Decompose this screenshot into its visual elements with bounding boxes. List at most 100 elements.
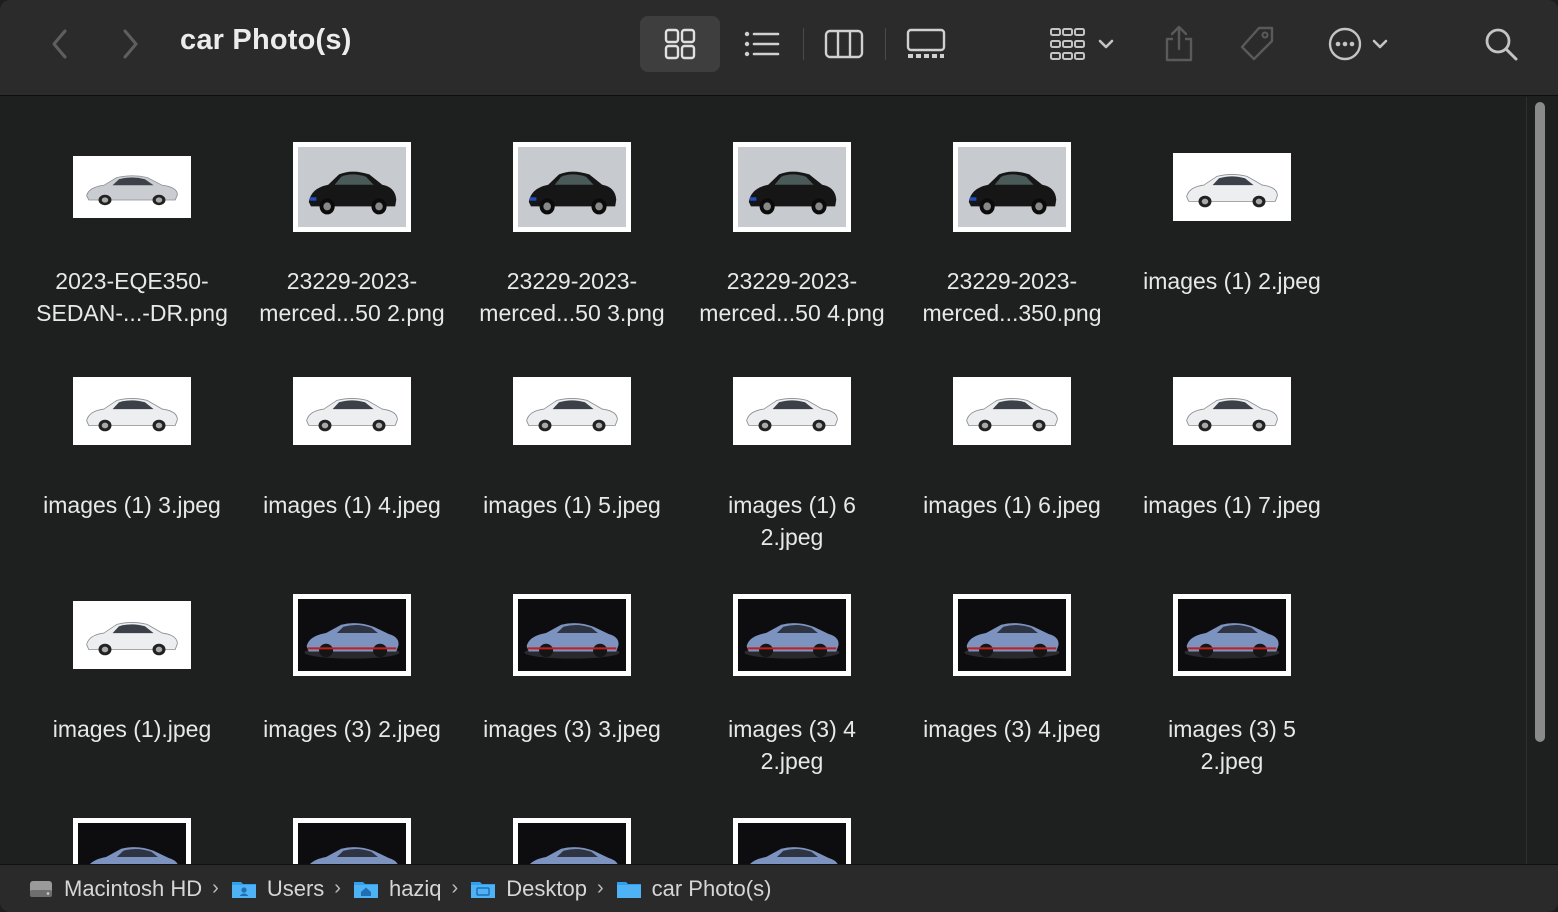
scrollbar-thumb[interactable]: [1535, 102, 1545, 742]
path-separator-icon: ›: [212, 877, 219, 899]
path-separator-icon: ›: [451, 877, 459, 899]
desktop-folder-icon: [471, 881, 496, 898]
file-thumbnail[interactable]: [513, 142, 631, 232]
file-name-line1: images (3) 3.jpeg: [483, 716, 661, 742]
file-thumbnail[interactable]: [293, 818, 411, 864]
gallery-view-button[interactable]: [894, 16, 958, 72]
path-item-users[interactable]: Users: [231, 876, 324, 902]
toolbar-divider: [803, 28, 804, 60]
file-name-line2: merced...50 3.png: [479, 300, 665, 326]
file-name-line1: images (1) 4.jpeg: [263, 492, 441, 518]
file-thumbnail[interactable]: [1173, 377, 1291, 445]
vertical-scrollbar[interactable]: [1526, 97, 1555, 864]
path-item-desktop[interactable]: Desktop: [470, 876, 587, 902]
path-item-macintosh-hd[interactable]: Macintosh HD: [28, 876, 202, 902]
home-folder-icon: [353, 881, 378, 898]
share-icon: [1165, 25, 1193, 62]
ellipsis-circle-icon: [1328, 27, 1362, 61]
share-button[interactable]: [1152, 16, 1206, 72]
file-name-line2: 2.jpeg: [760, 524, 824, 550]
file-thumbnail[interactable]: [73, 818, 191, 864]
icon-grid-icon: [664, 28, 696, 60]
hard-drive-icon: [30, 880, 52, 897]
file-thumbnail[interactable]: [953, 377, 1071, 445]
file-thumbnail[interactable]: [733, 818, 851, 864]
file-name-line1: images (3) 5: [1168, 716, 1296, 742]
back-button[interactable]: [38, 22, 82, 66]
file-name-line1: 23229-2023-: [726, 268, 858, 294]
chevron-right-icon: [123, 29, 138, 59]
columns-icon: [824, 29, 864, 59]
tag-icon: [1240, 26, 1274, 61]
path-item-label: Desktop: [506, 875, 587, 901]
file-thumbnail[interactable]: [513, 818, 631, 864]
tag-button[interactable]: [1230, 16, 1284, 72]
file-name-line2: merced...50 2.png: [259, 300, 445, 326]
path-item-label: Macintosh HD: [64, 875, 203, 901]
file-thumbnail[interactable]: [73, 156, 191, 218]
more-actions-button[interactable]: [1316, 16, 1400, 72]
column-view-button[interactable]: [812, 16, 876, 72]
chevron-down-icon: [1372, 39, 1388, 49]
file-thumbnail[interactable]: [733, 142, 851, 232]
file-name-line1: images (1) 5.jpeg: [483, 492, 661, 518]
folder-users-icon: [231, 881, 256, 898]
list-icon: [744, 31, 780, 57]
file-name-line2: merced...350.png: [922, 300, 1102, 326]
toolbar: car Photo(s): [0, 0, 1558, 96]
file-name-line1: images (1) 2.jpeg: [1143, 268, 1321, 294]
list-view-button[interactable]: [730, 16, 794, 72]
window-title: car Photo(s): [180, 24, 352, 56]
file-thumbnail[interactable]: [513, 594, 631, 676]
path-bar: Macintosh HD › Users › haziq › Desktop ›…: [0, 864, 1558, 912]
file-grid: 2023-EQE350- SEDAN-...-DR.png 23229-2023- m…: [4, 97, 1526, 864]
file-name-line2: merced...50 4.png: [699, 300, 885, 326]
file-name-line1: images (1) 6: [728, 492, 856, 518]
file-name-line1: 2023-EQE350-: [55, 268, 209, 294]
gallery-icon: [906, 28, 946, 58]
path-item-car-photos[interactable]: car Photo(s): [616, 875, 772, 902]
file-name-line2: 2.jpeg: [760, 748, 824, 774]
file-name-line1: images (1) 3.jpeg: [43, 492, 221, 518]
path-item-label: Users: [266, 875, 325, 901]
group-by-button[interactable]: [1040, 16, 1124, 72]
file-thumbnail[interactable]: [1173, 594, 1291, 676]
file-thumbnail[interactable]: [293, 377, 411, 445]
search-button[interactable]: [1474, 16, 1528, 72]
forward-button[interactable]: [108, 22, 152, 66]
chevron-down-icon: [1098, 39, 1114, 49]
path-item-label: car Photo(s): [651, 875, 772, 901]
file-thumbnail[interactable]: [953, 142, 1071, 232]
toolbar-divider: [885, 28, 886, 60]
file-thumbnail[interactable]: [513, 377, 631, 445]
file-name-line1: 23229-2023-: [506, 268, 638, 294]
file-name-line2: 2.jpeg: [1200, 748, 1264, 774]
path-item-label: haziq: [388, 875, 442, 901]
path-separator-icon: ›: [596, 877, 604, 899]
file-thumbnail[interactable]: [1173, 153, 1291, 221]
path-item-haziq[interactable]: haziq: [353, 876, 442, 902]
file-thumbnail[interactable]: [733, 594, 851, 676]
path-separator-icon: ›: [334, 877, 341, 899]
file-name-line1: 23229-2023-: [946, 268, 1078, 294]
group-by-icon: [1050, 28, 1085, 60]
file-name-line1: images (3) 4.jpeg: [923, 716, 1101, 742]
icon-view-button[interactable]: [640, 16, 720, 72]
file-thumbnail[interactable]: [73, 601, 191, 669]
file-name-line2: SEDAN-...-DR.png: [36, 300, 228, 326]
file-thumbnail[interactable]: [953, 594, 1071, 676]
search-icon: [1485, 28, 1518, 61]
file-name-line1: images (1) 7.jpeg: [1143, 492, 1321, 518]
file-thumbnail[interactable]: [73, 377, 191, 445]
file-name-line1: 23229-2023-: [286, 268, 418, 294]
chevron-left-icon: [52, 29, 67, 59]
file-name-line1: images (1).jpeg: [52, 716, 212, 742]
file-name-line1: images (1) 6.jpeg: [923, 492, 1101, 518]
file-name-line1: images (3) 4: [728, 716, 856, 742]
file-thumbnail[interactable]: [733, 377, 851, 445]
folder-icon: [616, 881, 641, 898]
finder-window: car Photo(s) 2023-EQE350- SEDAN-...-DR.p…: [0, 0, 1558, 912]
file-thumbnail[interactable]: [293, 594, 411, 676]
file-name-line1: images (3) 2.jpeg: [263, 716, 441, 742]
file-thumbnail[interactable]: [293, 142, 411, 232]
